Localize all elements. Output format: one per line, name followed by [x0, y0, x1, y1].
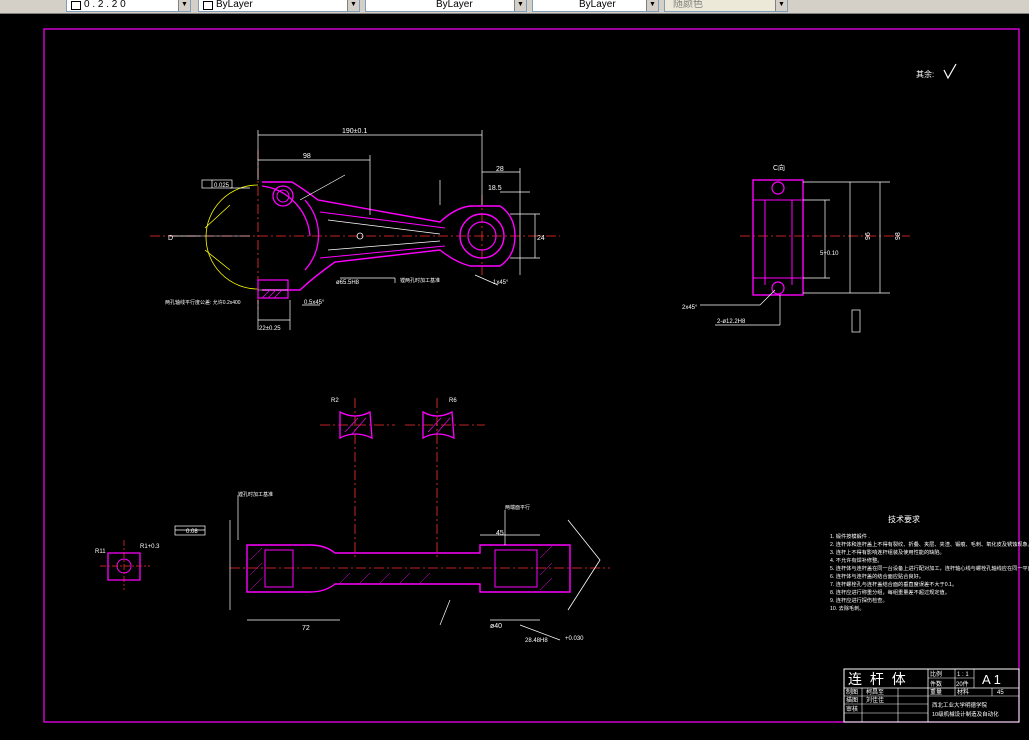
- dim-40: ø40: [490, 623, 502, 630]
- chevron-down-icon[interactable]: ▼: [347, 0, 359, 11]
- dim-tol: 5+0.10: [820, 251, 839, 257]
- chevron-down-icon[interactable]: ▼: [514, 0, 526, 11]
- r1-label: R1+0.3: [140, 544, 160, 550]
- view-arrow-d: D: [168, 235, 173, 242]
- tech-item-9: 9. 连杆应进行探伤检查。: [830, 596, 888, 604]
- dim-98: 98: [303, 153, 311, 160]
- tech-title: 技术要求: [888, 514, 920, 524]
- checked-by: 刘佳佳: [866, 696, 884, 704]
- drawn-by: 柯昌至: [866, 688, 884, 696]
- weight-label: 重量: [930, 688, 942, 696]
- dim-24: 24: [537, 235, 545, 242]
- dim-0-025: 0.025: [214, 183, 230, 189]
- chevron-down-icon[interactable]: ▼: [178, 0, 190, 11]
- layer-state-icon: [71, 0, 81, 10]
- dim-72: 72: [302, 625, 310, 632]
- dim-18-5: 18.5: [488, 185, 502, 192]
- dim-28-48: 28.48H8: [525, 638, 548, 644]
- linetype-combo[interactable]: ByLayer ▼: [365, 0, 527, 12]
- dim-bore: ø65.5H8: [336, 280, 360, 286]
- scale-label: 比例: [930, 670, 942, 678]
- tech-item-10: 10. 去除毛刺。: [830, 604, 865, 612]
- part-name: 连 杆 体: [848, 671, 908, 687]
- dim-chamfer: 0.5x45°: [304, 300, 325, 306]
- tech-item-1: 1. 锻件按模锻件 .: [830, 532, 870, 540]
- section-views: R2 R6: [320, 398, 485, 560]
- review-label: 审核: [846, 705, 858, 713]
- tech-item-4: 4. 不允许有焊补修整。: [830, 556, 882, 564]
- qty-value: 20件: [956, 680, 969, 688]
- technical-requirements: 技术要求 1. 锻件按模锻件 . 2. 连杆体和连杆盖上不得有裂纹、折叠、夹层、…: [830, 514, 1029, 612]
- dim-0-030: +0.030: [565, 636, 584, 642]
- color-swatch-icon: [203, 0, 213, 10]
- drawn-label: 制图: [846, 688, 858, 696]
- tech-item-5: 5. 连杆体与连杆盖在同一台设备上进行配对加工，连杆轴心线与螺栓孔轴线应在同一平…: [830, 564, 1029, 572]
- tech-item-8: 8. 连杆应进行称重分组，每组重量差不超过规定值。: [830, 588, 950, 596]
- drawing-canvas[interactable]: 其余: 190±0.1 98 28 18.5 24 0.025 1x45° 0.…: [0, 14, 1029, 735]
- dim-190: 190±0.1: [342, 128, 367, 135]
- scale-value: 1 : 1: [957, 672, 969, 678]
- checked-label: 描图: [846, 696, 858, 704]
- material-value: 45: [997, 690, 1004, 696]
- layer-combo[interactable]: 0 . 2 . 2 0 ▼: [66, 0, 191, 12]
- tech-item-6: 6. 连杆体与连杆盖的结合面应贴合良好。: [830, 572, 924, 580]
- main-view: 190±0.1 98 28 18.5 24 0.025 1x45° 0.5x45…: [150, 128, 560, 332]
- r11-label: R11: [95, 549, 106, 555]
- r6-label: R6: [449, 398, 457, 404]
- sheet-size: A 1: [982, 672, 1001, 687]
- tech-item-7: 7. 连杆螺栓孔与连杆盖结合面的垂直度误差不大于0.1。: [830, 580, 957, 588]
- dim-22: 22±0.25: [259, 326, 281, 332]
- dim-45: 45: [496, 530, 504, 537]
- properties-toolbar: 0 . 2 . 2 0 ▼ ByLayer ▼ ByLayer ▼ ByLaye…: [0, 0, 1029, 14]
- tech-item-3: 3. 连杆上不得有影响连杆组装及使用性能的缺陷。: [830, 548, 945, 556]
- title-block: 连 杆 体 比例 1 : 1 件数 20件 A 1 重量 材料 45 制图 柯昌…: [843, 668, 1020, 723]
- note-mid: 镗两孔时加工基准: [400, 277, 440, 284]
- material-label: 材料: [957, 688, 969, 696]
- surface-roughness-icon: [943, 63, 957, 80]
- dim-2x45: 2x45°: [682, 305, 698, 311]
- dim-96: 96: [865, 232, 872, 240]
- side-view-c: C向 96 98 2x45° 2-ø12.2H8 5+0.10: [682, 163, 910, 333]
- chevron-down-icon[interactable]: ▼: [775, 0, 787, 11]
- note-left: 两孔轴线平行度公差: 允许0.2x400: [165, 299, 241, 306]
- bottom-section-view: 0.08 72 45 ø40 28.48H8 +0.030 镗孔时加工基准 两端…: [174, 491, 610, 644]
- surface-note: 其余:: [916, 69, 934, 79]
- dim-98-right: 98: [895, 232, 902, 240]
- dept-name: 10级机械设计制造及自动化: [932, 710, 999, 718]
- dim-28: 28: [496, 166, 504, 173]
- color-combo[interactable]: ByLayer ▼: [198, 0, 360, 12]
- school-name: 西北工业大学明德学院: [932, 701, 988, 709]
- dim-1x45: 1x45°: [493, 280, 509, 286]
- cad-drawing: 其余: 190±0.1 98 28 18.5 24 0.025 1x45° 0.…: [43, 28, 1029, 723]
- r2-label: R2: [331, 398, 339, 404]
- plotstyle-combo[interactable]: 随颜色 ▼: [664, 0, 788, 12]
- qty-label: 件数: [930, 680, 942, 688]
- drawing-border: [43, 28, 1020, 723]
- chevron-down-icon[interactable]: ▼: [646, 0, 658, 11]
- dim-2-holes: 2-ø12.2H8: [717, 319, 746, 325]
- tech-item-2: 2. 连杆体和连杆盖上不得有裂纹、折叠、夹层、夹渣、锻痕、毛刺、氧化皮及锈蚀现象…: [830, 540, 1029, 548]
- note-bottom: 镗孔时加工基准: [238, 491, 273, 498]
- detail-left: R11 R1+0.3: [95, 540, 160, 590]
- note-bottom2: 两端面平行: [505, 504, 530, 511]
- lineweight-combo[interactable]: ByLayer ▼: [532, 0, 659, 12]
- dim-0-08: 0.08: [186, 529, 198, 535]
- view-c-label: C向: [773, 163, 785, 172]
